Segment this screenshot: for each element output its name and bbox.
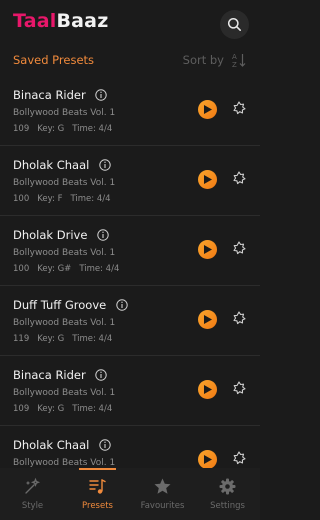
preset-album: Bollywood Beats Vol. 1 (13, 458, 116, 468)
fx-settings-icon[interactable] (230, 309, 248, 327)
tab-label: Style (21, 501, 44, 511)
preset-name-row: Binaca Rider (13, 88, 108, 102)
play-icon (204, 175, 212, 184)
fx-settings-icon[interactable] (230, 449, 248, 467)
section-title: Saved Presets (13, 53, 95, 67)
play-button[interactable] (198, 450, 217, 468)
settings-gear-icon (219, 478, 236, 495)
preset-list-item[interactable]: Dholak Chaal Bollywood Beats Vol. 1 100K… (0, 426, 260, 468)
preset-meta: 100 Key: F Time: 4/4 (13, 194, 119, 204)
logo-part2: Baaz (56, 10, 109, 32)
preset-name: Dholak Drive (13, 228, 88, 242)
preset-bpm: 109 (13, 124, 30, 134)
play-icon (204, 105, 212, 114)
sort-az-icon[interactable]: A Z (232, 52, 246, 68)
preset-meta: 109 Key: G Time: 4/4 (13, 124, 120, 134)
preset-list-item[interactable]: Binaca Rider Bollywood Beats Vol. 1 109 K… (0, 356, 260, 426)
play-icon (204, 245, 212, 254)
fx-settings-icon[interactable] (230, 99, 248, 117)
tab-label: Presets (82, 501, 113, 511)
preset-album: Bollywood Beats Vol. 1 (13, 318, 116, 328)
preset-list-item[interactable]: Dholak Chaal Bollywood Beats Vol. 1 100 K… (0, 146, 260, 216)
search-button[interactable] (220, 10, 249, 39)
play-button[interactable] (198, 100, 217, 119)
sort-button[interactable]: Sort by (183, 53, 224, 67)
svg-text:A: A (232, 53, 237, 61)
preset-album: Bollywood Beats Vol. 1 (13, 108, 116, 118)
preset-name: Binaca Rider (13, 368, 86, 382)
info-icon[interactable] (99, 159, 111, 171)
favourites-star-icon (154, 478, 171, 494)
preset-name: Dholak Chaal (13, 438, 90, 452)
tab-settings[interactable]: Settings (195, 468, 260, 520)
presets-list[interactable]: Binaca Rider Bollywood Beats Vol. 1 109 K… (0, 76, 260, 468)
preset-time: Time: 4/4 (72, 334, 113, 344)
play-button[interactable] (198, 380, 217, 399)
fx-settings-icon[interactable] (230, 169, 248, 187)
play-icon (204, 455, 212, 464)
tab-favourites[interactable]: Favourites (130, 468, 195, 520)
preset-name-row: Binaca Rider (13, 368, 108, 382)
preset-time: Time: 4/4 (70, 194, 111, 204)
preset-album: Bollywood Beats Vol. 1 (13, 248, 116, 258)
preset-time: Time: 4/4 (72, 124, 113, 134)
style-wand-icon (25, 477, 41, 494)
info-icon[interactable] (116, 299, 128, 311)
info-icon[interactable] (97, 229, 109, 241)
logo-part1: Taal (13, 10, 57, 32)
preset-name-row: Dholak Chaal (13, 438, 111, 452)
preset-key: Key: G (37, 124, 65, 134)
app-logo: TaalBaaz (13, 10, 108, 32)
play-button[interactable] (198, 310, 217, 329)
preset-name-row: Duff Tuff Groove (13, 298, 128, 312)
play-icon (204, 315, 212, 324)
preset-bpm: 100 (13, 264, 30, 274)
play-button[interactable] (198, 240, 217, 259)
preset-list-item[interactable]: Duff Tuff Groove Bollywood Beats Vol. 1 … (0, 286, 260, 356)
tab-presets[interactable]: Presets (65, 468, 130, 520)
preset-name-row: Dholak Drive (13, 228, 109, 242)
preset-list-item[interactable]: Binaca Rider Bollywood Beats Vol. 1 109 K… (0, 76, 260, 146)
info-icon[interactable] (95, 369, 108, 381)
preset-album: Bollywood Beats Vol. 1 (13, 178, 116, 188)
play-icon (204, 385, 212, 394)
preset-name: Dholak Chaal (13, 158, 90, 172)
presets-subheader: Saved Presets Sort by A Z (0, 50, 260, 72)
tab-label: Favourites (140, 501, 185, 511)
preset-key: Key: F (37, 194, 63, 204)
preset-bpm: 119 (13, 334, 30, 344)
preset-key: Key: G# (37, 264, 72, 274)
tab-label: Settings (210, 501, 245, 511)
info-icon[interactable] (95, 89, 108, 101)
bottom-tab-bar: Style Presets Favourites Settings (0, 468, 260, 520)
app-header: TaalBaaz (0, 0, 260, 48)
preset-album: Bollywood Beats Vol. 1 (13, 388, 116, 398)
preset-name: Duff Tuff Groove (13, 298, 107, 312)
info-icon[interactable] (99, 439, 111, 451)
preset-bpm: 109 (13, 404, 30, 414)
fx-settings-icon[interactable] (230, 379, 248, 397)
preset-name: Binaca Rider (13, 88, 86, 102)
preset-time: Time: 4/4 (79, 264, 120, 274)
play-button[interactable] (198, 170, 217, 189)
preset-key: Key: G (37, 334, 65, 344)
preset-key: Key: G (37, 404, 65, 414)
search-icon (227, 17, 241, 31)
preset-meta: 119 Key: G Time: 4/4 (13, 334, 120, 344)
preset-name-row: Dholak Chaal (13, 158, 111, 172)
presets-music-icon (89, 479, 106, 494)
preset-bpm: 100 (13, 194, 30, 204)
preset-time: Time: 4/4 (72, 404, 113, 414)
fx-settings-icon[interactable] (230, 239, 248, 257)
preset-meta: 109 Key: G Time: 4/4 (13, 404, 120, 414)
svg-text:Z: Z (232, 61, 237, 68)
preset-list-item[interactable]: Dholak Drive Bollywood Beats Vol. 1 100 K… (0, 216, 260, 286)
preset-meta: 100 Key: G# Time: 4/4 (13, 264, 127, 274)
tab-style[interactable]: Style (0, 468, 65, 520)
